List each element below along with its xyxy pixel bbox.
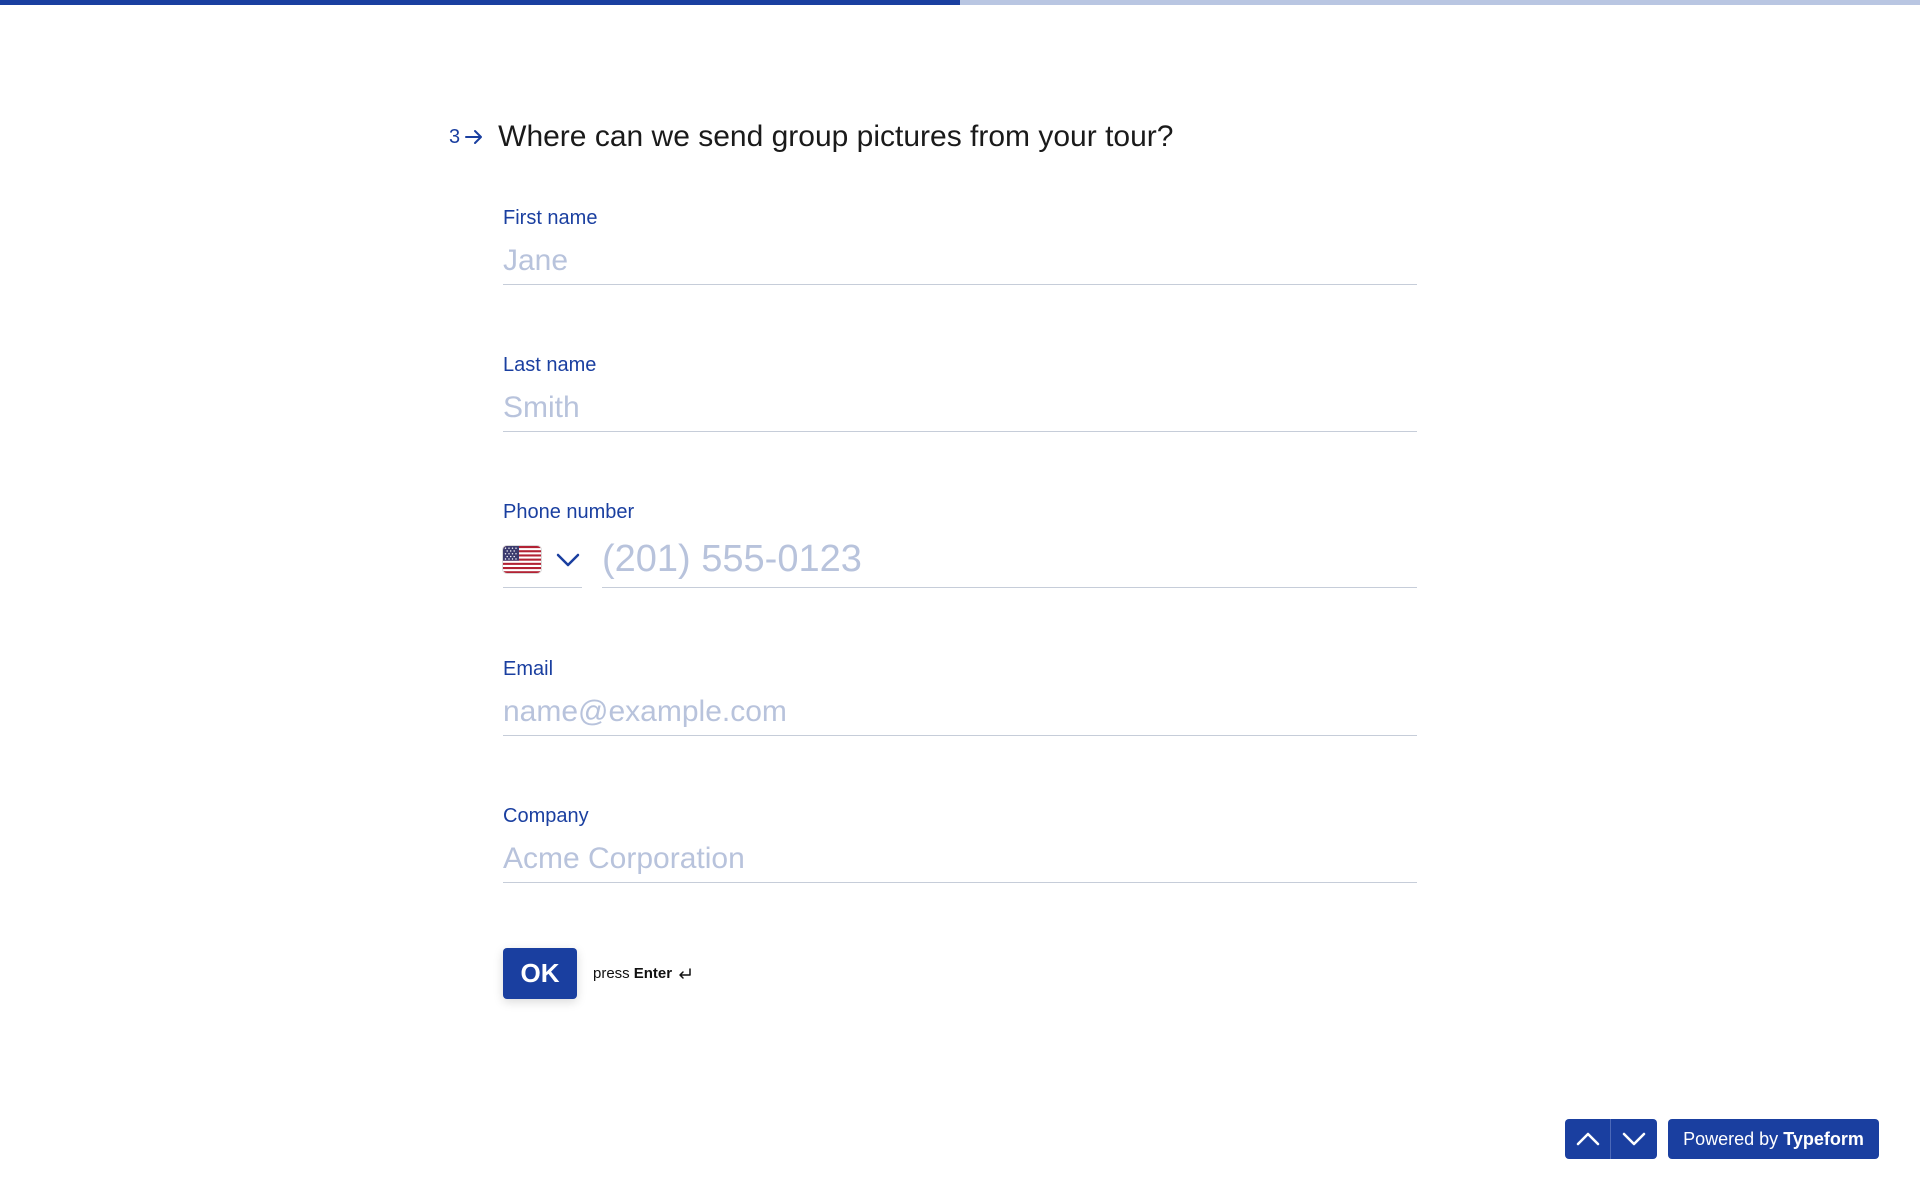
email-input[interactable] [503, 681, 1417, 736]
phone-row [503, 538, 1417, 588]
press-enter-hint: press Enter [593, 965, 692, 982]
phone-input[interactable] [602, 538, 1417, 588]
country-select[interactable] [503, 538, 582, 588]
next-question-button[interactable] [1611, 1119, 1657, 1159]
last-name-field: Last name [503, 353, 1417, 432]
powered-by-prefix: Powered by [1683, 1128, 1779, 1149]
question-number-text: 3 [449, 125, 461, 148]
first-name-field: First name [503, 206, 1417, 285]
press-hint-prefix: press [593, 965, 630, 982]
question-number: 3 [449, 126, 484, 149]
company-field: Company [503, 804, 1417, 883]
company-input[interactable] [503, 828, 1417, 883]
first-name-input[interactable] [503, 230, 1417, 285]
submit-row: OK press Enter [503, 948, 692, 999]
progress-bar-fill [0, 0, 960, 5]
previous-question-button[interactable] [1565, 1119, 1611, 1159]
enter-return-icon [678, 967, 692, 980]
chevron-down-icon [556, 552, 580, 568]
chevron-up-icon [1576, 1131, 1600, 1147]
phone-label: Phone number [503, 501, 635, 523]
typeform-page: 3 Where can we send group pictures from … [0, 0, 1920, 1200]
chevron-down-icon [1622, 1131, 1646, 1147]
phone-field: Phone number [503, 500, 1417, 588]
ok-button[interactable]: OK [503, 948, 577, 999]
company-label: Company [503, 805, 589, 827]
progress-bar [0, 0, 1920, 5]
powered-by-typeform-link[interactable]: Powered by Typeform [1668, 1119, 1879, 1159]
arrow-right-icon [464, 129, 484, 145]
powered-by-brand: Typeform [1783, 1128, 1864, 1149]
question-navigation [1565, 1119, 1657, 1159]
email-field: Email [503, 657, 1417, 736]
press-hint-key: Enter [633, 965, 673, 982]
first-name-label: First name [503, 207, 598, 229]
last-name-label: Last name [503, 354, 597, 376]
question-header: 3 Where can we send group pictures from … [449, 120, 1173, 154]
last-name-input[interactable] [503, 377, 1417, 432]
us-flag-icon [503, 546, 541, 573]
question-text: Where can we send group pictures from yo… [498, 120, 1174, 153]
email-label: Email [503, 658, 554, 680]
